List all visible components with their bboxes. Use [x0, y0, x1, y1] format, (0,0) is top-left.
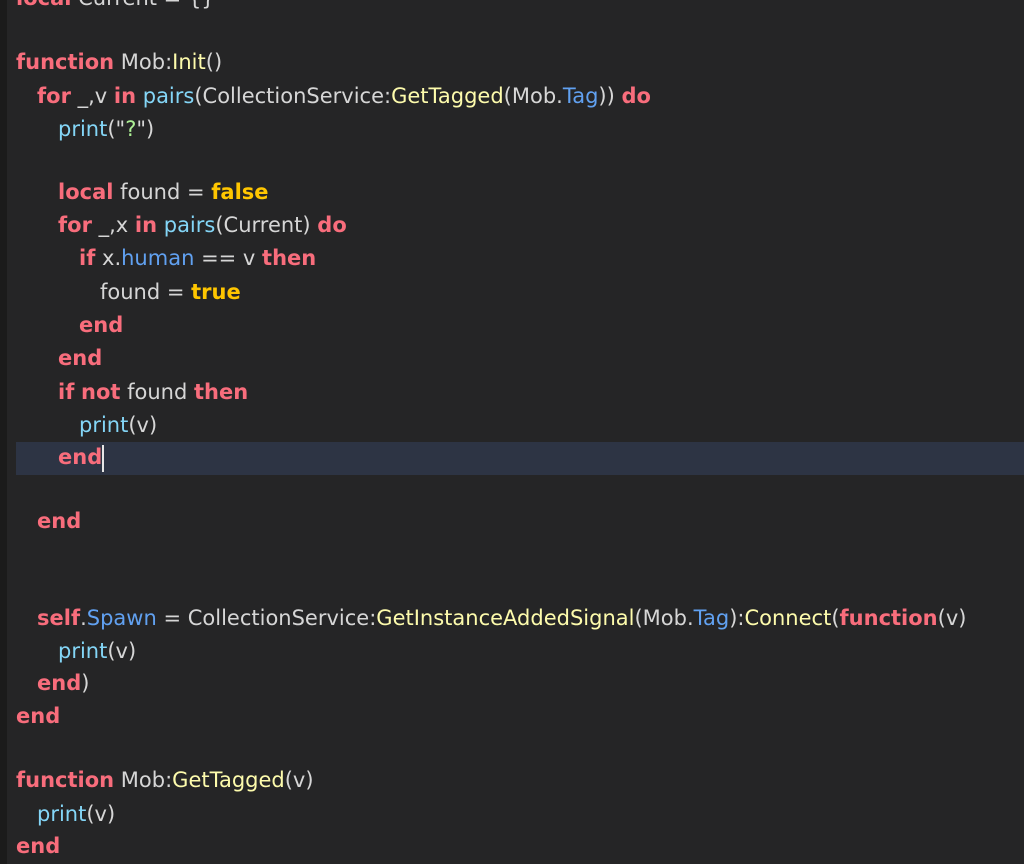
code-token: GetTagged	[391, 84, 504, 108]
code-token: end	[37, 671, 82, 695]
code-token: do	[621, 84, 651, 108]
code-token: GetTagged	[172, 768, 285, 792]
code-token: found	[120, 380, 194, 404]
text-cursor	[102, 444, 105, 472]
current-line-highlight	[16, 442, 1024, 475]
code-token: found =	[100, 280, 192, 304]
code-token: x.	[95, 246, 122, 270]
code-line[interactable]: end	[16, 830, 60, 862]
code-line[interactable]: end	[37, 505, 81, 537]
code-token: end	[58, 445, 103, 469]
code-token: local	[58, 180, 114, 204]
code-line[interactable]: end	[79, 309, 123, 341]
code-line[interactable]: print(v)	[58, 635, 136, 667]
code-token: end	[58, 346, 103, 370]
code-line[interactable]: end	[58, 342, 102, 374]
code-token: function	[16, 50, 115, 74]
code-token: (v)	[128, 413, 158, 437]
code-token: print	[79, 413, 129, 437]
code-token: Spawn	[86, 606, 157, 630]
code-token: (v)	[107, 639, 137, 663]
code-token: if	[79, 246, 96, 270]
code-token: local	[16, 0, 71, 10]
code-token: false	[211, 180, 269, 204]
code-line[interactable]: for _,x in pairs(Current) do	[58, 209, 347, 241]
code-token: print	[58, 117, 108, 141]
code-token: Mob:	[114, 768, 173, 792]
code-token: _,x	[91, 213, 135, 237]
code-line[interactable]: self.Spawn = CollectionService:GetInstan…	[37, 602, 966, 634]
code-token: for	[37, 84, 71, 108]
code-token: )	[81, 671, 90, 695]
code-token: human	[121, 246, 195, 270]
code-token: ?	[125, 117, 137, 141]
code-token: .	[80, 606, 87, 630]
code-line[interactable]: function Mob:GetTagged(v)	[16, 764, 314, 796]
code-token: = CollectionService:	[156, 606, 377, 630]
code-token: ()	[205, 50, 223, 74]
code-token: (v)	[86, 802, 116, 826]
code-token: found =	[113, 180, 212, 204]
code-token: (Mob.	[503, 84, 563, 108]
code-line[interactable]: print(v)	[37, 798, 115, 830]
code-token: GetInstanceAddedSignal	[376, 606, 635, 630]
code-line[interactable]: function Mob:Init()	[16, 46, 222, 78]
code-token: end	[16, 834, 61, 858]
code-line[interactable]: print(v)	[79, 409, 157, 441]
code-line[interactable]: end)	[37, 667, 89, 699]
code-token: Init	[172, 50, 206, 74]
code-line[interactable]: print("?")	[58, 113, 154, 145]
code-token: Connect	[744, 606, 832, 630]
code-token: Tag	[693, 606, 730, 630]
code-token: ):	[729, 606, 745, 630]
code-token: if	[58, 380, 75, 404]
code-token: function	[839, 606, 938, 630]
code-token: ))	[598, 84, 622, 108]
code-token: true	[191, 280, 241, 304]
code-token: function	[16, 768, 115, 792]
code-line[interactable]: if not found then	[58, 376, 248, 408]
code-token: do	[317, 213, 347, 237]
code-token: == v	[194, 246, 263, 270]
code-token: self	[37, 606, 81, 630]
code-token: (Current)	[215, 213, 318, 237]
code-line[interactable]: local Current = {}	[16, 0, 215, 14]
code-token: ")	[136, 117, 155, 141]
code-line[interactable]: for _,v in pairs(CollectionService:GetTa…	[37, 80, 651, 112]
code-token: end	[79, 313, 124, 337]
code-token: Mob:	[114, 50, 173, 74]
code-line[interactable]: end	[58, 441, 105, 473]
code-token: in	[113, 84, 137, 108]
code-token: then	[194, 380, 249, 404]
code-token: _,v	[70, 84, 114, 108]
code-token: pairs	[163, 213, 216, 237]
code-token: (Mob.	[634, 606, 694, 630]
code-token: Tag	[562, 84, 599, 108]
code-token: pairs	[142, 84, 195, 108]
code-token: print	[58, 639, 108, 663]
code-token: not	[81, 380, 121, 404]
code-token: then	[262, 246, 317, 270]
code-token: in	[134, 213, 158, 237]
code-token: (v)	[937, 606, 967, 630]
code-token: (	[831, 606, 840, 630]
code-line[interactable]: found = true	[100, 276, 241, 308]
code-line[interactable]: if x.human == v then	[79, 242, 316, 274]
code-token: end	[37, 509, 82, 533]
code-token: (CollectionService:	[194, 84, 392, 108]
code-line[interactable]: local found = false	[58, 176, 269, 208]
code-line[interactable]: end	[16, 700, 60, 732]
code-token: for	[58, 213, 92, 237]
code-token: ("	[107, 117, 126, 141]
code-token: (v)	[284, 768, 314, 792]
code-editor[interactable]: local Current = {}function Mob:Init()for…	[0, 0, 1024, 864]
code-token: end	[16, 704, 61, 728]
editor-gutter	[0, 0, 7, 864]
code-token: Current = {}	[71, 0, 215, 10]
code-token: print	[37, 802, 87, 826]
